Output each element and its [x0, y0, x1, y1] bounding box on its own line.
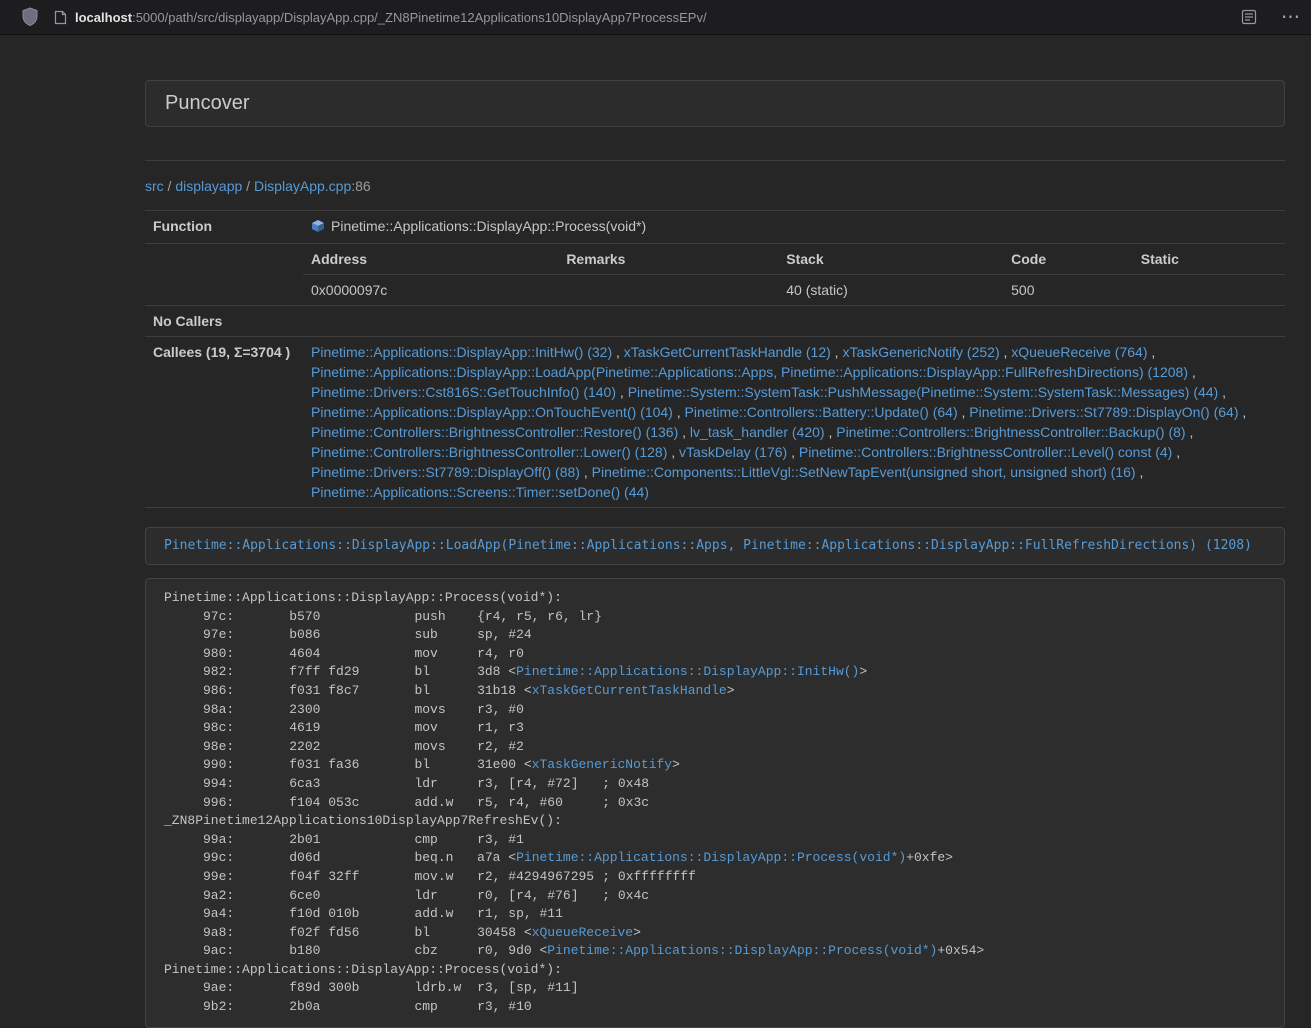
callee-link[interactable]: Pinetime::Controllers::BrightnessControl…: [311, 424, 678, 440]
highlighted-symbol-link[interactable]: Pinetime::Applications::DisplayApp::Load…: [164, 538, 1252, 553]
callee-link[interactable]: Pinetime::Applications::DisplayApp::Init…: [311, 344, 612, 360]
app-header: Puncover: [145, 80, 1285, 127]
col-code: Code: [1003, 244, 1133, 275]
callee-link[interactable]: xTaskGenericNotify (252): [842, 344, 999, 360]
asm-symbol-link[interactable]: Pinetime::Applications::DisplayApp::Proc…: [516, 850, 906, 865]
callee-separator: ,: [1186, 424, 1194, 440]
callee-separator: ,: [678, 424, 690, 440]
no-callers-label: No Callers: [145, 306, 303, 337]
callee-link[interactable]: Pinetime::Drivers::St7789::DisplayOn() (…: [969, 404, 1238, 420]
col-stack: Stack: [778, 244, 1003, 275]
callee-separator: ,: [1239, 404, 1247, 420]
static-value: [1133, 275, 1285, 306]
callee-separator: ,: [1147, 344, 1155, 360]
symbol-kind-icon: [311, 218, 325, 238]
callees-list: Pinetime::Applications::DisplayApp::Init…: [303, 337, 1285, 508]
asm-symbol-link[interactable]: Pinetime::Applications::DisplayApp::Proc…: [547, 943, 937, 958]
url-bar[interactable]: localhost:5000/path/src/displayapp/Displ…: [75, 10, 707, 25]
callee-link[interactable]: Pinetime::Controllers::BrightnessControl…: [311, 444, 667, 460]
callee-separator: ,: [667, 444, 679, 460]
url-host: localhost: [75, 10, 132, 25]
table-row: 0x0000097c 40 (static) 500: [303, 275, 1285, 306]
callee-link[interactable]: lv_task_handler (420): [690, 424, 825, 440]
callee-link[interactable]: Pinetime::Components::LittleVgl::SetNewT…: [592, 464, 1136, 480]
remarks-value: [558, 275, 778, 306]
callee-separator: ,: [1218, 384, 1226, 400]
stats-row: Address Remarks Stack Code Static 0x0000…: [145, 244, 1285, 306]
callee-separator: ,: [831, 344, 843, 360]
callee-separator: ,: [580, 464, 592, 480]
disassembly: Pinetime::Applications::DisplayApp::Proc…: [145, 578, 1285, 1028]
function-name: Pinetime::Applications::DisplayApp::Proc…: [331, 218, 646, 234]
callee-separator: ,: [787, 444, 799, 460]
app-title[interactable]: Puncover: [165, 92, 250, 114]
callee-separator: ,: [616, 384, 628, 400]
symbol-stats-table: Address Remarks Stack Code Static 0x0000…: [303, 244, 1285, 305]
shield-icon[interactable]: [21, 7, 39, 27]
col-remarks: Remarks: [558, 244, 778, 275]
callee-separator: ,: [958, 404, 970, 420]
callee-link[interactable]: Pinetime::Controllers::Battery::Update()…: [685, 404, 958, 420]
callee-separator: ,: [1172, 444, 1180, 460]
page-icon: [54, 10, 67, 25]
callee-separator: ,: [1000, 344, 1012, 360]
callee-separator: ,: [1136, 464, 1144, 480]
callee-link[interactable]: Pinetime::Controllers::BrightnessControl…: [836, 424, 1185, 440]
asm-symbol-link[interactable]: xQueueReceive: [532, 925, 633, 940]
highlighted-symbol-panel: Pinetime::Applications::DisplayApp::Load…: [145, 527, 1285, 565]
code-value: 500: [1003, 275, 1133, 306]
callee-link[interactable]: Pinetime::Drivers::St7789::DisplayOff() …: [311, 464, 580, 480]
breadcrumb-line-number: :86: [351, 178, 370, 194]
callee-link[interactable]: Pinetime::Applications::DisplayApp::Load…: [311, 364, 1188, 380]
breadcrumb-link[interactable]: DisplayApp.cpp: [254, 178, 351, 194]
callee-separator: ,: [673, 404, 685, 420]
asm-symbol-link[interactable]: xTaskGetCurrentTaskHandle: [532, 683, 727, 698]
callee-link[interactable]: Pinetime::Controllers::BrightnessControl…: [799, 444, 1172, 460]
table-header-row: Address Remarks Stack Code Static: [303, 244, 1285, 275]
disassembly-code: Pinetime::Applications::DisplayApp::Proc…: [164, 590, 984, 1014]
callee-link[interactable]: xQueueReceive (764): [1011, 344, 1147, 360]
callee-link[interactable]: Pinetime::Applications::DisplayApp::OnTo…: [311, 404, 673, 420]
callees-label: Callees (19, Σ=3704 ): [145, 337, 303, 508]
col-address: Address: [303, 244, 558, 275]
asm-symbol-link[interactable]: xTaskGenericNotify: [532, 757, 672, 772]
callee-link[interactable]: xTaskGetCurrentTaskHandle (12): [624, 344, 831, 360]
breadcrumb-link[interactable]: src: [145, 178, 164, 194]
callees-row: Callees (19, Σ=3704 ) Pinetime::Applicat…: [145, 337, 1285, 508]
callee-separator: ,: [1188, 364, 1196, 380]
callee-link[interactable]: Pinetime::Applications::Screens::Timer::…: [311, 484, 649, 500]
browser-chrome: localhost:5000/path/src/displayapp/Displ…: [0, 0, 1311, 35]
no-callers-row: No Callers: [145, 306, 1285, 337]
stack-value: 40 (static): [778, 275, 1003, 306]
callee-separator: ,: [825, 424, 837, 440]
callee-separator: ,: [612, 344, 624, 360]
callee-link[interactable]: vTaskDelay (176): [679, 444, 787, 460]
function-row: Function Pinetime::Applications::Display…: [145, 211, 1285, 244]
reader-mode-icon[interactable]: [1241, 9, 1257, 25]
asm-symbol-link[interactable]: Pinetime::Applications::DisplayApp::Init…: [516, 664, 859, 679]
callee-link[interactable]: Pinetime::System::SystemTask::PushMessag…: [628, 384, 1219, 400]
callee-link[interactable]: Pinetime::Drivers::Cst816S::GetTouchInfo…: [311, 384, 616, 400]
url-path: :5000/path/src/displayapp/DisplayApp.cpp…: [132, 10, 707, 25]
breadcrumb: src / displayapp / DisplayApp.cpp:86: [145, 176, 1285, 196]
divider: [145, 160, 1285, 161]
function-row-label: Function: [145, 211, 303, 244]
breadcrumb-separator: /: [164, 178, 176, 194]
address-value: 0x0000097c: [303, 275, 558, 306]
breadcrumb-link[interactable]: displayapp: [175, 178, 242, 194]
ellipsis-menu-icon[interactable]: ⋯: [1281, 8, 1301, 27]
breadcrumb-separator: /: [242, 178, 254, 194]
col-static: Static: [1133, 244, 1285, 275]
symbol-detail-table: Function Pinetime::Applications::Display…: [145, 210, 1285, 508]
page-content: Puncover src / displayapp / DisplayApp.c…: [145, 36, 1285, 1028]
